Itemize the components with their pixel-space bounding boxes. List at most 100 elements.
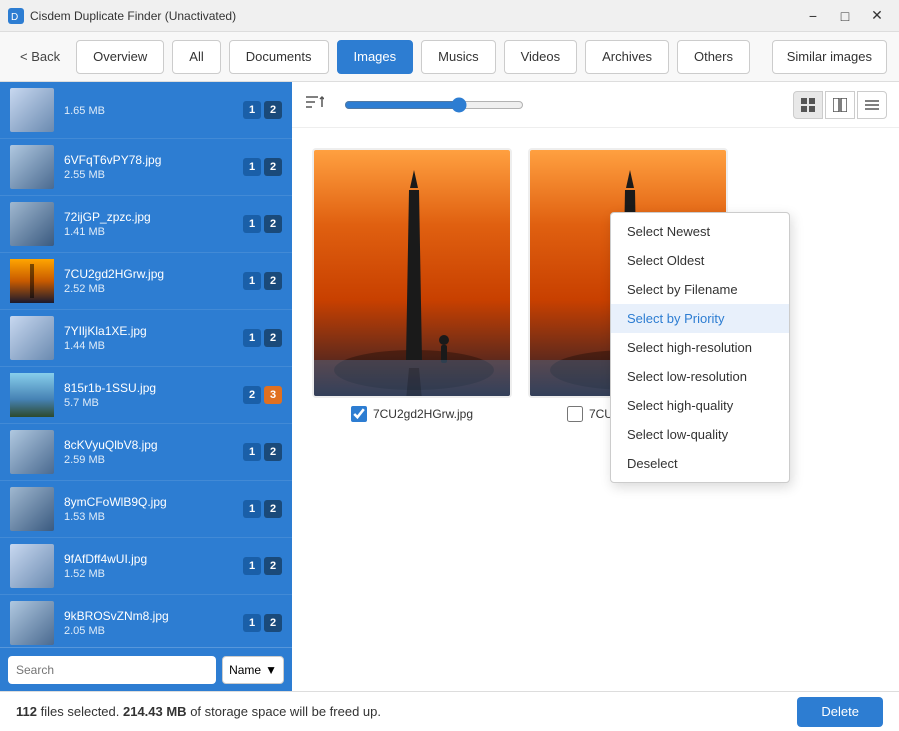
- list-item[interactable]: 9fAfDff4wUI.jpg 1.52 MB 1 2: [0, 538, 292, 595]
- file-thumbnail: [10, 544, 54, 588]
- sort-chevron-icon: ▼: [265, 663, 277, 677]
- file-info: 6VFqT6vPY78.jpg 2.55 MB: [64, 153, 237, 181]
- file-badges: 1 2: [243, 500, 282, 518]
- maximize-button[interactable]: □: [831, 5, 859, 27]
- badge-1: 1: [243, 557, 261, 575]
- list-item[interactable]: 815r1b-1SSU.jpg 5.7 MB 2 3: [0, 367, 292, 424]
- sort-label: Name: [229, 663, 261, 677]
- file-name: 8cKVyuQlbV8.jpg: [64, 438, 237, 452]
- file-size: 5.7 MB: [64, 397, 237, 409]
- image-grid: 7CU2gd2HGrw.jpg: [292, 128, 899, 691]
- dropdown-item-deselect[interactable]: Deselect: [611, 449, 789, 478]
- left-panel: 1.65 MB 1 2 6VFqT6vPY78.jpg 2.55 MB 1 2: [0, 82, 292, 691]
- dropdown-item-priority[interactable]: Select by Priority: [611, 304, 789, 333]
- zoom-slider[interactable]: [344, 97, 524, 113]
- tab-musics[interactable]: Musics: [421, 40, 495, 74]
- app-icon: D: [8, 8, 24, 24]
- right-panel: 7CU2gd2HGrw.jpg: [292, 82, 899, 691]
- file-badges: 1 2: [243, 272, 282, 290]
- file-thumbnail: [10, 430, 54, 474]
- file-info: 8ymCFoWlB9Q.jpg 1.53 MB: [64, 495, 237, 523]
- badge-1: 1: [243, 101, 261, 119]
- file-info: 7YIljKla1XE.jpg 1.44 MB: [64, 324, 237, 352]
- file-name: 8ymCFoWlB9Q.jpg: [64, 495, 237, 509]
- file-size: 1.41 MB: [64, 226, 237, 238]
- delete-button[interactable]: Delete: [797, 697, 883, 727]
- file-info: 72ijGP_zpzc.jpg 1.41 MB: [64, 210, 237, 238]
- dropdown-item-high-quality[interactable]: Select high-quality: [611, 391, 789, 420]
- similar-images-button[interactable]: Similar images: [772, 40, 887, 74]
- badge-2: 2: [264, 158, 282, 176]
- dropdown-item-oldest[interactable]: Select Oldest: [611, 246, 789, 275]
- file-info: 7CU2gd2HGrw.jpg 2.52 MB: [64, 267, 237, 295]
- list-item[interactable]: 9kBROSvZNm8.jpg 2.05 MB 1 2: [0, 595, 292, 647]
- main-content: 1.65 MB 1 2 6VFqT6vPY78.jpg 2.55 MB 1 2: [0, 82, 899, 691]
- list-item[interactable]: 8ymCFoWlB9Q.jpg 1.53 MB 1 2: [0, 481, 292, 538]
- file-info: 1.65 MB: [64, 103, 237, 117]
- minimize-button[interactable]: −: [799, 5, 827, 27]
- tab-all[interactable]: All: [172, 40, 220, 74]
- file-thumbnail: [10, 487, 54, 531]
- dropdown-item-low-res[interactable]: Select low-resolution: [611, 362, 789, 391]
- right-toolbar: [292, 82, 899, 128]
- file-info: 8cKVyuQlbV8.jpg 2.59 MB: [64, 438, 237, 466]
- image-cell-1: 7CU2gd2HGrw.jpg: [312, 148, 512, 671]
- file-info: 9kBROSvZNm8.jpg 2.05 MB: [64, 609, 237, 637]
- file-name: 72ijGP_zpzc.jpg: [64, 210, 237, 224]
- tab-videos[interactable]: Videos: [504, 40, 578, 74]
- dropdown-item-newest[interactable]: Select Newest: [611, 217, 789, 246]
- file-size: 2.59 MB: [64, 454, 237, 466]
- file-size: 2.52 MB: [64, 283, 237, 295]
- file-thumbnail: [10, 373, 54, 417]
- badge-2: 3: [264, 386, 282, 404]
- list-item[interactable]: 6VFqT6vPY78.jpg 2.55 MB 1 2: [0, 139, 292, 196]
- image-checkbox-1[interactable]: [351, 406, 367, 422]
- tab-archives[interactable]: Archives: [585, 40, 669, 74]
- badge-1: 1: [243, 215, 261, 233]
- status-text: 112 files selected. 214.43 MB of storage…: [16, 704, 381, 719]
- tab-images[interactable]: Images: [337, 40, 414, 74]
- list-item[interactable]: 1.65 MB 1 2: [0, 82, 292, 139]
- list-item[interactable]: 8cKVyuQlbV8.jpg 2.59 MB 1 2: [0, 424, 292, 481]
- nav-bar: < Back Overview All Documents Images Mus…: [0, 32, 899, 82]
- grid-view-button[interactable]: [793, 91, 823, 119]
- badge-2: 2: [264, 272, 282, 290]
- dropdown-menu: Select Newest Select Oldest Select by Fi…: [610, 212, 790, 483]
- badge-2: 2: [264, 614, 282, 632]
- dropdown-item-filename[interactable]: Select by Filename: [611, 275, 789, 304]
- file-list[interactable]: 1.65 MB 1 2 6VFqT6vPY78.jpg 2.55 MB 1 2: [0, 82, 292, 647]
- tab-overview[interactable]: Overview: [76, 40, 164, 74]
- back-button[interactable]: < Back: [12, 45, 68, 68]
- image-filename-1: 7CU2gd2HGrw.jpg: [373, 407, 473, 421]
- file-name: 6VFqT6vPY78.jpg: [64, 153, 237, 167]
- tab-others[interactable]: Others: [677, 40, 750, 74]
- dropdown-item-low-quality[interactable]: Select low-quality: [611, 420, 789, 449]
- storage-size: 214.43 MB: [123, 704, 187, 719]
- badge-2: 2: [264, 557, 282, 575]
- detail-view-button[interactable]: [825, 91, 855, 119]
- tab-documents[interactable]: Documents: [229, 40, 329, 74]
- list-item[interactable]: 7CU2gd2HGrw.jpg 2.52 MB 1 2: [0, 253, 292, 310]
- file-thumbnail: [10, 601, 54, 645]
- file-badges: 2 3: [243, 386, 282, 404]
- view-buttons: [793, 91, 887, 119]
- image-checkbox-2[interactable]: [567, 406, 583, 422]
- sort-dropdown[interactable]: Name ▼: [222, 656, 284, 684]
- close-button[interactable]: ✕: [863, 5, 891, 27]
- list-item[interactable]: 72ijGP_zpzc.jpg 1.41 MB 1 2: [0, 196, 292, 253]
- dropdown-item-high-res[interactable]: Select high-resolution: [611, 333, 789, 362]
- file-badges: 1 2: [243, 329, 282, 347]
- search-input[interactable]: [8, 656, 216, 684]
- files-count: 112: [16, 704, 37, 719]
- list-item[interactable]: 7YIljKla1XE.jpg 1.44 MB 1 2: [0, 310, 292, 367]
- file-thumbnail: [10, 88, 54, 132]
- list-view-button[interactable]: [857, 91, 887, 119]
- badge-1: 1: [243, 443, 261, 461]
- app-title: Cisdem Duplicate Finder (Unactivated): [30, 9, 236, 23]
- badge-2: 2: [264, 215, 282, 233]
- sort-icon-button[interactable]: [304, 94, 324, 115]
- badge-2: 2: [264, 443, 282, 461]
- file-badges: 1 2: [243, 614, 282, 632]
- title-bar-left: D Cisdem Duplicate Finder (Unactivated): [8, 8, 236, 24]
- file-badges: 1 2: [243, 443, 282, 461]
